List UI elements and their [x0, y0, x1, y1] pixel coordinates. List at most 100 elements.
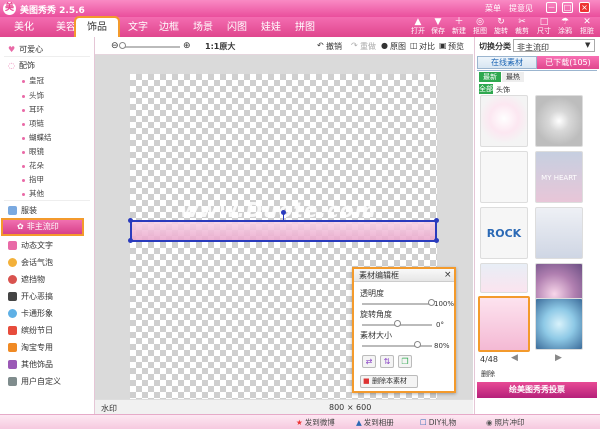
filter-all[interactable]: 全部: [479, 84, 493, 94]
preview-button[interactable]: 预览: [448, 41, 464, 52]
other-decor-icon: [8, 360, 17, 369]
filter-headwear[interactable]: 头饰: [496, 85, 510, 95]
compare-icon[interactable]: ◫: [410, 41, 418, 50]
doodle-button[interactable]: ☂ 涂鸦: [555, 17, 575, 37]
zoom-slider[interactable]: [122, 46, 180, 48]
tab-collage[interactable]: 拼图: [284, 18, 326, 37]
blemish-button[interactable]: ✕ 抠脏: [577, 17, 597, 37]
photo-print-button[interactable]: ◉ 照片冲印: [486, 417, 525, 428]
prev-page-icon[interactable]: ◀: [511, 353, 518, 363]
sidebar-sub-earrings[interactable]: 耳环: [22, 104, 44, 115]
material-thumbnail[interactable]: [480, 151, 528, 203]
undo-button[interactable]: 撤销: [326, 41, 342, 52]
save-button[interactable]: ▼ 保存: [428, 17, 448, 37]
bullet-icon: [22, 136, 25, 140]
sidebar-item-non-mainstream-stamp[interactable]: ✿ 非主流印: [1, 218, 84, 236]
save-icon: ▼: [434, 17, 442, 27]
open-button[interactable]: ▲ 打开: [408, 17, 428, 37]
feedback-link[interactable]: 提意见: [509, 3, 533, 14]
sidebar-sub-bow[interactable]: 蝴蝶结: [22, 132, 52, 143]
redo-icon[interactable]: ↷: [351, 41, 358, 50]
next-page-icon[interactable]: ▶: [555, 353, 562, 363]
tab-newest[interactable]: 最新: [479, 72, 501, 82]
sidebar-group-accessories[interactable]: ◌ 配饰: [8, 60, 35, 71]
size-slider-knob[interactable]: [414, 341, 421, 348]
flip-horizontal-button[interactable]: ⇄: [362, 355, 376, 368]
copy-material-button[interactable]: ❐: [398, 355, 412, 368]
rotation-slider-knob[interactable]: [394, 320, 401, 327]
material-thumbnail[interactable]: [535, 95, 583, 147]
new-button[interactable]: ＋新建: [449, 17, 469, 37]
tab-accessories[interactable]: 饰品: [74, 16, 120, 39]
sidebar-item-speech-bubble[interactable]: 会话气泡: [8, 257, 53, 268]
preview-icon[interactable]: ▣: [439, 41, 447, 50]
resize-button[interactable]: □ 尺寸: [534, 17, 554, 37]
tab-downloaded[interactable]: 已下载(105): [537, 56, 599, 69]
original-icon[interactable]: ●: [381, 41, 388, 50]
material-thumbnail[interactable]: [480, 263, 528, 293]
sidebar-item-cartoon[interactable]: 卡通形象: [8, 308, 53, 319]
material-edit-dialog: 素材编辑框 × 透明度 100% 旋转角度 0° 素材大小 80% ⇄ ⇅ ❐ …: [352, 267, 456, 393]
tab-online-materials[interactable]: 在线素材: [477, 56, 537, 69]
crop-button[interactable]: ✂ 裁剪: [512, 17, 532, 37]
sidebar-item-animated-text[interactable]: 动态文字: [8, 240, 53, 251]
size-slider[interactable]: [362, 345, 432, 347]
open-icon: ▲: [414, 17, 422, 27]
delete-material-link[interactable]: 删除: [481, 369, 495, 379]
sidebar-item-mask[interactable]: 遮挡物: [8, 274, 45, 285]
cutout-icon: ◎: [476, 17, 484, 27]
sidebar-sub-crown[interactable]: 皇冠: [22, 75, 44, 86]
opacity-slider[interactable]: [362, 303, 432, 305]
resize-handle[interactable]: [434, 218, 439, 223]
resize-handle[interactable]: [434, 238, 439, 243]
material-thumbnail-selected[interactable]: [478, 296, 530, 352]
sidebar-item-cute-heart[interactable]: ♥ 可爱心: [8, 44, 43, 55]
sidebar-sub-other[interactable]: 其他: [22, 188, 44, 199]
material-panel: 切换分类 非主流印 ▼ 在线素材 已下载(105) 最新 最热 全部 头饰 MY…: [474, 37, 600, 414]
resize-handle[interactable]: [128, 218, 133, 223]
selected-stamp-material[interactable]: [130, 220, 437, 242]
original-button[interactable]: 原图: [390, 41, 406, 52]
sidebar-item-custom[interactable]: 用户自定义: [8, 376, 61, 387]
sidebar-item-taobao[interactable]: 淘宝专用: [8, 342, 53, 353]
maximize-button[interactable]: □: [562, 2, 573, 13]
close-button[interactable]: ×: [579, 2, 590, 13]
vote-banner[interactable]: 绘美图秀秀投票: [477, 382, 597, 398]
zoom-in-icon[interactable]: ⊕: [183, 41, 191, 51]
delete-material-button[interactable]: ■ 删除本素材: [360, 375, 418, 388]
actual-size-button[interactable]: 1:1原大: [205, 41, 235, 52]
material-thumbnail[interactable]: ROCK: [480, 207, 528, 259]
tab-beautify[interactable]: 美化: [3, 18, 45, 37]
minimize-button[interactable]: －: [546, 2, 557, 13]
material-thumbnail[interactable]: [480, 95, 528, 147]
share-album-button[interactable]: ▲ 发到相册: [356, 417, 394, 428]
zoom-slider-knob[interactable]: [119, 42, 126, 49]
diy-gift-button[interactable]: ☐ DIY礼物: [420, 417, 456, 428]
sidebar-item-funny[interactable]: 开心恶搞: [8, 291, 53, 302]
menu-link[interactable]: 菜单: [485, 3, 501, 14]
redo-button[interactable]: 重做: [360, 41, 376, 52]
sidebar-item-festival[interactable]: 缤纷节日: [8, 325, 53, 336]
category-select[interactable]: 非主流印 ▼: [513, 39, 595, 52]
sidebar-sub-nails[interactable]: 指甲: [22, 174, 44, 185]
sidebar-sub-flowers[interactable]: 花朵: [22, 160, 44, 171]
sidebar-sub-necklace[interactable]: 项链: [22, 118, 44, 129]
sidebar-item-clothing[interactable]: 服装: [8, 205, 37, 216]
undo-icon[interactable]: ↶: [317, 41, 324, 50]
flip-vertical-button[interactable]: ⇅: [380, 355, 394, 368]
zoom-out-icon[interactable]: ⊖: [111, 41, 119, 51]
rotate-button[interactable]: ↻ 旋转: [491, 17, 511, 37]
cutout-button[interactable]: ◎ 抠图: [470, 17, 490, 37]
dialog-close-button[interactable]: ×: [444, 270, 452, 280]
compare-button[interactable]: 对比: [419, 41, 435, 52]
sidebar-sub-glasses[interactable]: 眼镜: [22, 146, 44, 157]
rotate-handle[interactable]: [281, 210, 286, 215]
resize-handle[interactable]: [128, 238, 133, 243]
material-thumbnail[interactable]: MY HEART: [535, 151, 583, 203]
tab-hottest[interactable]: 最热: [502, 72, 524, 82]
sidebar-sub-headwear[interactable]: 头饰: [22, 90, 44, 101]
share-weibo-button[interactable]: ★ 发到微博: [296, 417, 335, 428]
material-thumbnail[interactable]: [535, 207, 583, 259]
sidebar-item-other-decor[interactable]: 其他饰品: [8, 359, 53, 370]
material-thumbnail[interactable]: [535, 298, 583, 350]
